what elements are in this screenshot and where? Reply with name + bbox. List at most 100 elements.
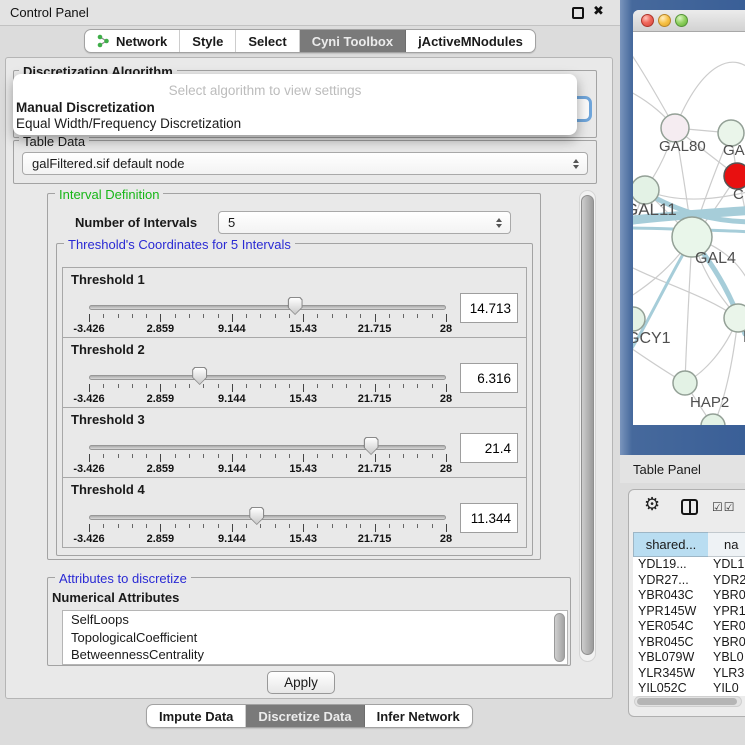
table-row[interactable]: YIL052CYIL0 [633,681,745,696]
cell-name: YDL1 [709,557,745,573]
number-of-intervals-combo[interactable]: 5 [218,211,511,234]
node-hap2[interactable] [673,371,697,395]
checkbox-icons[interactable]: ☑☑ [712,500,736,514]
algorithm-option-manual-discretization[interactable]: Manual Discretization [16,100,155,115]
tab-label: Select [248,34,286,49]
cell-shared-name: YBL079W [633,650,709,666]
tick-minor [417,384,418,388]
table-data-combo-value: galFiltered.sif default node [32,156,573,171]
threshold-3-value-input[interactable] [460,433,518,463]
node-label: GA [723,142,745,159]
table-row[interactable]: YBR043CYBR0 [633,588,745,604]
control-panel-titlebar: Control Panel ✖ [0,0,620,26]
tick-minor [432,384,433,388]
tick-major [303,384,304,392]
tick-minor [289,314,290,318]
column-header-name[interactable]: na [708,532,745,557]
attributes-scrollbar[interactable] [554,613,565,662]
tick-minor [360,454,361,458]
tab-style[interactable]: Style [180,30,236,52]
mac-minimize-button[interactable] [658,14,671,27]
tick-minor [332,384,333,388]
node-unlabeled[interactable] [701,414,725,425]
table-row[interactable]: YDR27...YDR2 [633,573,745,589]
threshold-2-label: Threshold 2 [71,342,145,357]
float-icon[interactable] [572,7,584,19]
numerical-attributes-list[interactable]: SelfLoopsTopologicalCoefficientBetweenne… [62,610,568,665]
attribute-topologicalcoefficient[interactable]: TopologicalCoefficient [63,629,567,647]
table-row[interactable]: YBL079WYBL0 [633,650,745,666]
panel-scrollbar-thumb[interactable] [581,195,594,655]
attribute-selfloops[interactable]: SelfLoops [63,611,567,629]
cell-shared-name: YDR27... [633,573,709,589]
network-edge[interactable] [633,264,738,318]
close-icon[interactable]: ✖ [593,4,604,19]
tab-select[interactable]: Select [236,30,299,52]
threshold-1-slider-track[interactable] [89,305,446,310]
threshold-1-slider-handle[interactable] [288,297,303,315]
tick-minor [275,314,276,318]
tick-minor [346,524,347,528]
threshold-2-slider-track[interactable] [89,375,446,380]
cell-name: YLR3 [709,666,745,682]
tick-minor [218,454,219,458]
tick-minor [289,384,290,388]
threshold-1-value-input[interactable] [460,293,518,323]
tick-minor [403,524,404,528]
tick-minor [132,454,133,458]
tick-label: 15.43 [289,533,317,545]
table-data-combo[interactable]: galFiltered.sif default node [22,152,588,175]
bottom-tab-infer-network[interactable]: Infer Network [365,705,472,727]
panel-scrollbar-track[interactable] [579,190,596,662]
tab-label: Cyni Toolbox [312,34,393,49]
column-header-shared[interactable]: shared... [633,532,709,557]
table-hscrollbar-track[interactable] [634,696,742,707]
network-canvas[interactable]: GAL80GACGAL11GAL4GCY1HHAP2 [633,32,745,425]
tick-minor [103,314,104,318]
tab-label: Style [192,34,223,49]
network-edge[interactable] [685,237,692,383]
tick-minor [203,314,204,318]
tick-label: 2.859 [147,463,175,475]
tab-jactivemnodules[interactable]: jActiveMNodules [406,30,535,52]
mac-close-button[interactable] [641,14,654,27]
cell-name: YIL0 [709,681,745,696]
tick-label: 9.144 [218,323,246,335]
threshold-3-slider-handle[interactable] [364,437,379,455]
threshold-4-slider-handle[interactable] [249,507,264,525]
tick-minor [360,524,361,528]
tab-cyni-toolbox[interactable]: Cyni Toolbox [300,30,406,52]
tick-minor [203,384,204,388]
gear-icon[interactable]: ⚙ [644,494,660,515]
table-row[interactable]: YLR345WYLR3 [633,666,745,682]
table-row[interactable]: YBR045CYBR0 [633,635,745,651]
threshold-4-slider-track[interactable] [89,515,446,520]
cell-shared-name: YIL052C [633,681,709,696]
bottom-tab-discretize-data[interactable]: Discretize Data [246,705,364,727]
table-row[interactable]: YDL19...YDL1 [633,557,745,573]
network-window-titlebar[interactable] [633,10,745,32]
tick-minor [246,454,247,458]
slider-handle-face [289,298,302,314]
tick-minor [260,524,261,528]
threshold-2-value-input[interactable] [460,363,518,393]
bottom-tab-impute-data[interactable]: Impute Data [147,705,246,727]
algorithm-option-equal-width-frequency-discretization[interactable]: Equal Width/Frequency Discretization [16,116,241,131]
threshold-4-value-input[interactable] [460,503,518,533]
tick-label: 21.715 [358,463,392,475]
threshold-3-slider-track[interactable] [89,445,446,450]
table-row[interactable]: YER054CYER0 [633,619,745,635]
tab-label: jActiveMNodules [418,34,523,49]
tick-minor [175,384,176,388]
tick-label: 21.715 [358,533,392,545]
node-h[interactable] [724,304,745,332]
attribute-betweennesscentrality[interactable]: BetweennessCentrality [63,646,567,664]
combo-stepper-icon [496,218,502,228]
table-hscrollbar-thumb[interactable] [637,698,737,705]
threshold-2-slider-handle[interactable] [192,367,207,385]
mac-zoom-button[interactable] [675,14,688,27]
tab-network[interactable]: Network [85,30,180,52]
split-columns-icon[interactable] [681,499,698,515]
table-row[interactable]: YPR145WYPR1 [633,604,745,620]
apply-button[interactable]: Apply [267,671,335,694]
